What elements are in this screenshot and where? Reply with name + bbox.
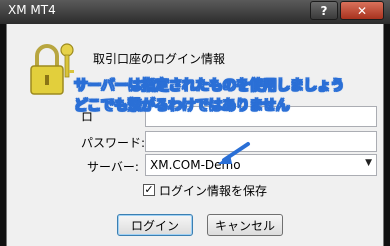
close-button[interactable]: ✕: [340, 1, 384, 20]
cancel-button[interactable]: キャンセル: [207, 214, 283, 236]
annotation-text: サーバーは指定されたものを使用しましょう どこでも繋がるわけではありません: [74, 76, 345, 116]
password-input[interactable]: [145, 131, 377, 152]
password-label: パスワード:: [81, 136, 146, 150]
annotation-line-1: サーバーは指定されたものを使用しましょう: [74, 78, 345, 95]
remember-label: ログイン情報を保存: [159, 183, 268, 198]
window-title: XM MT4: [8, 3, 56, 17]
server-select[interactable]: XM.COM-Demo ▼: [145, 154, 377, 176]
server-label: サーバー:: [87, 160, 139, 174]
annotation-line-2: どこでも繋がるわけではありません: [74, 98, 290, 115]
help-button[interactable]: ?: [310, 1, 338, 20]
lock-keys-icon: [30, 43, 74, 95]
section-title: 取引口座のログイン情報: [93, 52, 226, 66]
title-bar: XM MT4 ? ✕: [0, 0, 390, 24]
login-button[interactable]: ログイン: [117, 214, 193, 236]
dialog-body: 取引口座のログイン情報 ロ パスワード: サーバー: XM.COM-Demo ▼…: [6, 24, 384, 246]
remember-row[interactable]: ✓ ログイン情報を保存: [143, 182, 267, 198]
pointer-arrow-icon: [218, 142, 250, 164]
mt4-login-window: XM MT4 ? ✕ 取引口座のログイン情報 ロ パスワード: サーバー: XM…: [0, 0, 390, 246]
remember-checkbox[interactable]: ✓: [143, 184, 155, 196]
dropdown-arrow-icon[interactable]: ▼: [365, 158, 372, 168]
